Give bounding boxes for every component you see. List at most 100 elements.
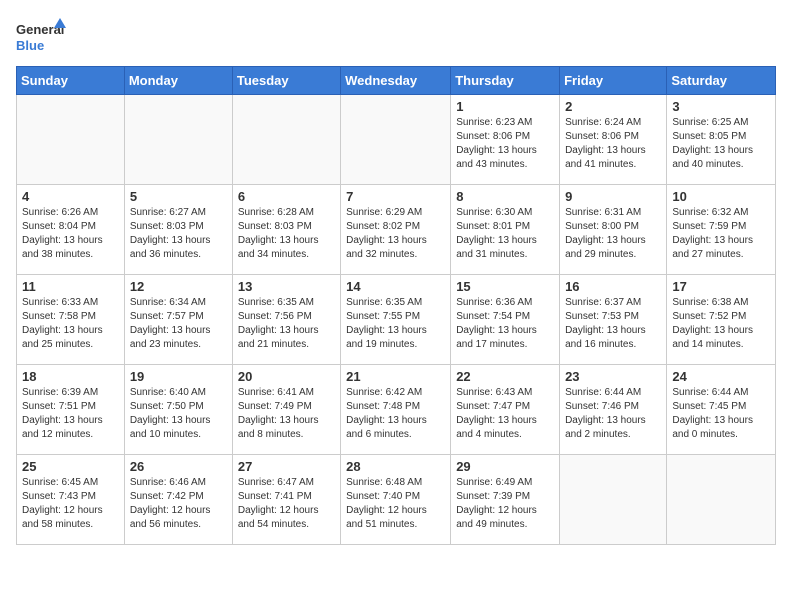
calendar-cell: 27 Sunrise: 6:47 AMSunset: 7:41 PMDayligh… [232,455,340,545]
day-number: 23 [565,369,661,384]
day-number: 27 [238,459,335,474]
calendar-week-row: 11 Sunrise: 6:33 AMSunset: 7:58 PMDayligh… [17,275,776,365]
calendar-cell: 7 Sunrise: 6:29 AMSunset: 8:02 PMDaylight… [341,185,451,275]
day-number: 12 [130,279,227,294]
day-info: Sunrise: 6:29 AMSunset: 8:02 PMDaylight:… [346,206,445,262]
logo: General Blue [16,16,66,58]
day-number: 7 [346,189,445,204]
calendar-cell: 25 Sunrise: 6:45 AMSunset: 7:43 PMDayligh… [17,455,125,545]
day-number: 10 [672,189,770,204]
day-info: Sunrise: 6:42 AMSunset: 7:48 PMDaylight:… [346,386,445,442]
day-info: Sunrise: 6:43 AMSunset: 7:47 PMDaylight:… [456,386,554,442]
calendar-cell: 8 Sunrise: 6:30 AMSunset: 8:01 PMDaylight… [451,185,560,275]
calendar-cell: 29Sunrise: 6:49 AMSunset: 7:39 PMDayligh… [451,455,560,545]
day-info: Sunrise: 6:34 AMSunset: 7:57 PMDaylight:… [130,296,227,352]
calendar-cell: 5Sunrise: 6:27 AMSunset: 8:03 PMDaylight… [124,185,232,275]
calendar-cell: 19 Sunrise: 6:40 AMSunset: 7:50 PMDayligh… [124,365,232,455]
calendar-cell: 13 Sunrise: 6:35 AMSunset: 7:56 PMDayligh… [232,275,340,365]
calendar-cell: 24 Sunrise: 6:44 AMSunset: 7:45 PMDayligh… [667,365,776,455]
day-number: 16 [565,279,661,294]
day-number: 13 [238,279,335,294]
calendar-cell [341,95,451,185]
day-of-week-header: Sunday [17,67,125,95]
calendar-cell: 6 Sunrise: 6:28 AMSunset: 8:03 PMDaylight… [232,185,340,275]
calendar-cell: 18 Sunrise: 6:39 AMSunset: 7:51 PMDayligh… [17,365,125,455]
day-number: 29 [456,459,554,474]
day-of-week-header: Monday [124,67,232,95]
day-number: 15 [456,279,554,294]
calendar-cell [232,95,340,185]
calendar-week-row: 4 Sunrise: 6:26 AMSunset: 8:04 PMDaylight… [17,185,776,275]
day-number: 24 [672,369,770,384]
calendar-cell: 23 Sunrise: 6:44 AMSunset: 7:46 PMDayligh… [560,365,667,455]
day-info: Sunrise: 6:25 AMSunset: 8:05 PMDaylight:… [672,116,770,172]
day-info: Sunrise: 6:38 AMSunset: 7:52 PMDaylight:… [672,296,770,352]
day-of-week-header: Wednesday [341,67,451,95]
day-info: Sunrise: 6:36 AMSunset: 7:54 PMDaylight:… [456,296,554,352]
day-info: Sunrise: 6:28 AMSunset: 8:03 PMDaylight:… [238,206,335,262]
day-number: 14 [346,279,445,294]
calendar-cell: 2 Sunrise: 6:24 AMSunset: 8:06 PMDaylight… [560,95,667,185]
day-info: Sunrise: 6:23 AMSunset: 8:06 PMDaylight:… [456,116,554,172]
calendar-header-row: SundayMondayTuesdayWednesdayThursdayFrid… [17,67,776,95]
calendar-week-row: 25 Sunrise: 6:45 AMSunset: 7:43 PMDayligh… [17,455,776,545]
day-number: 18 [22,369,119,384]
calendar-cell [124,95,232,185]
calendar-cell: 9Sunrise: 6:31 AMSunset: 8:00 PMDaylight… [560,185,667,275]
calendar: SundayMondayTuesdayWednesdayThursdayFrid… [16,66,776,545]
day-number: 6 [238,189,335,204]
day-number: 20 [238,369,335,384]
calendar-cell: 28 Sunrise: 6:48 AMSunset: 7:40 PMDayligh… [341,455,451,545]
day-info: Sunrise: 6:35 AMSunset: 7:55 PMDaylight:… [346,296,445,352]
calendar-cell: 15 Sunrise: 6:36 AMSunset: 7:54 PMDayligh… [451,275,560,365]
calendar-cell: 3Sunrise: 6:25 AMSunset: 8:05 PMDaylight… [667,95,776,185]
calendar-cell: 21 Sunrise: 6:42 AMSunset: 7:48 PMDayligh… [341,365,451,455]
day-of-week-header: Thursday [451,67,560,95]
calendar-cell [17,95,125,185]
day-of-week-header: Saturday [667,67,776,95]
calendar-cell: 20 Sunrise: 6:41 AMSunset: 7:49 PMDayligh… [232,365,340,455]
day-info: Sunrise: 6:47 AMSunset: 7:41 PMDaylight:… [238,476,335,532]
calendar-cell: 12 Sunrise: 6:34 AMSunset: 7:57 PMDayligh… [124,275,232,365]
day-info: Sunrise: 6:40 AMSunset: 7:50 PMDaylight:… [130,386,227,442]
day-number: 21 [346,369,445,384]
calendar-cell: 14 Sunrise: 6:35 AMSunset: 7:55 PMDayligh… [341,275,451,365]
day-number: 19 [130,369,227,384]
day-number: 8 [456,189,554,204]
day-info: Sunrise: 6:24 AMSunset: 8:06 PMDaylight:… [565,116,661,172]
day-info: Sunrise: 6:45 AMSunset: 7:43 PMDaylight:… [22,476,119,532]
day-number: 5 [130,189,227,204]
day-info: Sunrise: 6:44 AMSunset: 7:45 PMDaylight:… [672,386,770,442]
logo-svg: General Blue [16,16,66,58]
calendar-cell: 10 Sunrise: 6:32 AMSunset: 7:59 PMDayligh… [667,185,776,275]
day-number: 28 [346,459,445,474]
day-info: Sunrise: 6:32 AMSunset: 7:59 PMDaylight:… [672,206,770,262]
svg-text:Blue: Blue [16,38,44,53]
day-info: Sunrise: 6:48 AMSunset: 7:40 PMDaylight:… [346,476,445,532]
day-info: Sunrise: 6:33 AMSunset: 7:58 PMDaylight:… [22,296,119,352]
day-number: 4 [22,189,119,204]
calendar-cell: 17 Sunrise: 6:38 AMSunset: 7:52 PMDayligh… [667,275,776,365]
day-number: 11 [22,279,119,294]
day-info: Sunrise: 6:41 AMSunset: 7:49 PMDaylight:… [238,386,335,442]
day-info: Sunrise: 6:44 AMSunset: 7:46 PMDaylight:… [565,386,661,442]
header: General Blue [16,16,776,58]
calendar-cell: 11 Sunrise: 6:33 AMSunset: 7:58 PMDayligh… [17,275,125,365]
day-number: 26 [130,459,227,474]
calendar-cell: 22Sunrise: 6:43 AMSunset: 7:47 PMDayligh… [451,365,560,455]
day-info: Sunrise: 6:31 AMSunset: 8:00 PMDaylight:… [565,206,661,262]
calendar-cell: 1Sunrise: 6:23 AMSunset: 8:06 PMDaylight… [451,95,560,185]
day-of-week-header: Tuesday [232,67,340,95]
calendar-week-row: 18 Sunrise: 6:39 AMSunset: 7:51 PMDayligh… [17,365,776,455]
day-info: Sunrise: 6:46 AMSunset: 7:42 PMDaylight:… [130,476,227,532]
day-number: 2 [565,99,661,114]
day-info: Sunrise: 6:26 AMSunset: 8:04 PMDaylight:… [22,206,119,262]
day-number: 17 [672,279,770,294]
calendar-cell: 16Sunrise: 6:37 AMSunset: 7:53 PMDayligh… [560,275,667,365]
day-number: 25 [22,459,119,474]
day-info: Sunrise: 6:30 AMSunset: 8:01 PMDaylight:… [456,206,554,262]
calendar-week-row: 1Sunrise: 6:23 AMSunset: 8:06 PMDaylight… [17,95,776,185]
calendar-cell [560,455,667,545]
day-info: Sunrise: 6:39 AMSunset: 7:51 PMDaylight:… [22,386,119,442]
day-info: Sunrise: 6:35 AMSunset: 7:56 PMDaylight:… [238,296,335,352]
